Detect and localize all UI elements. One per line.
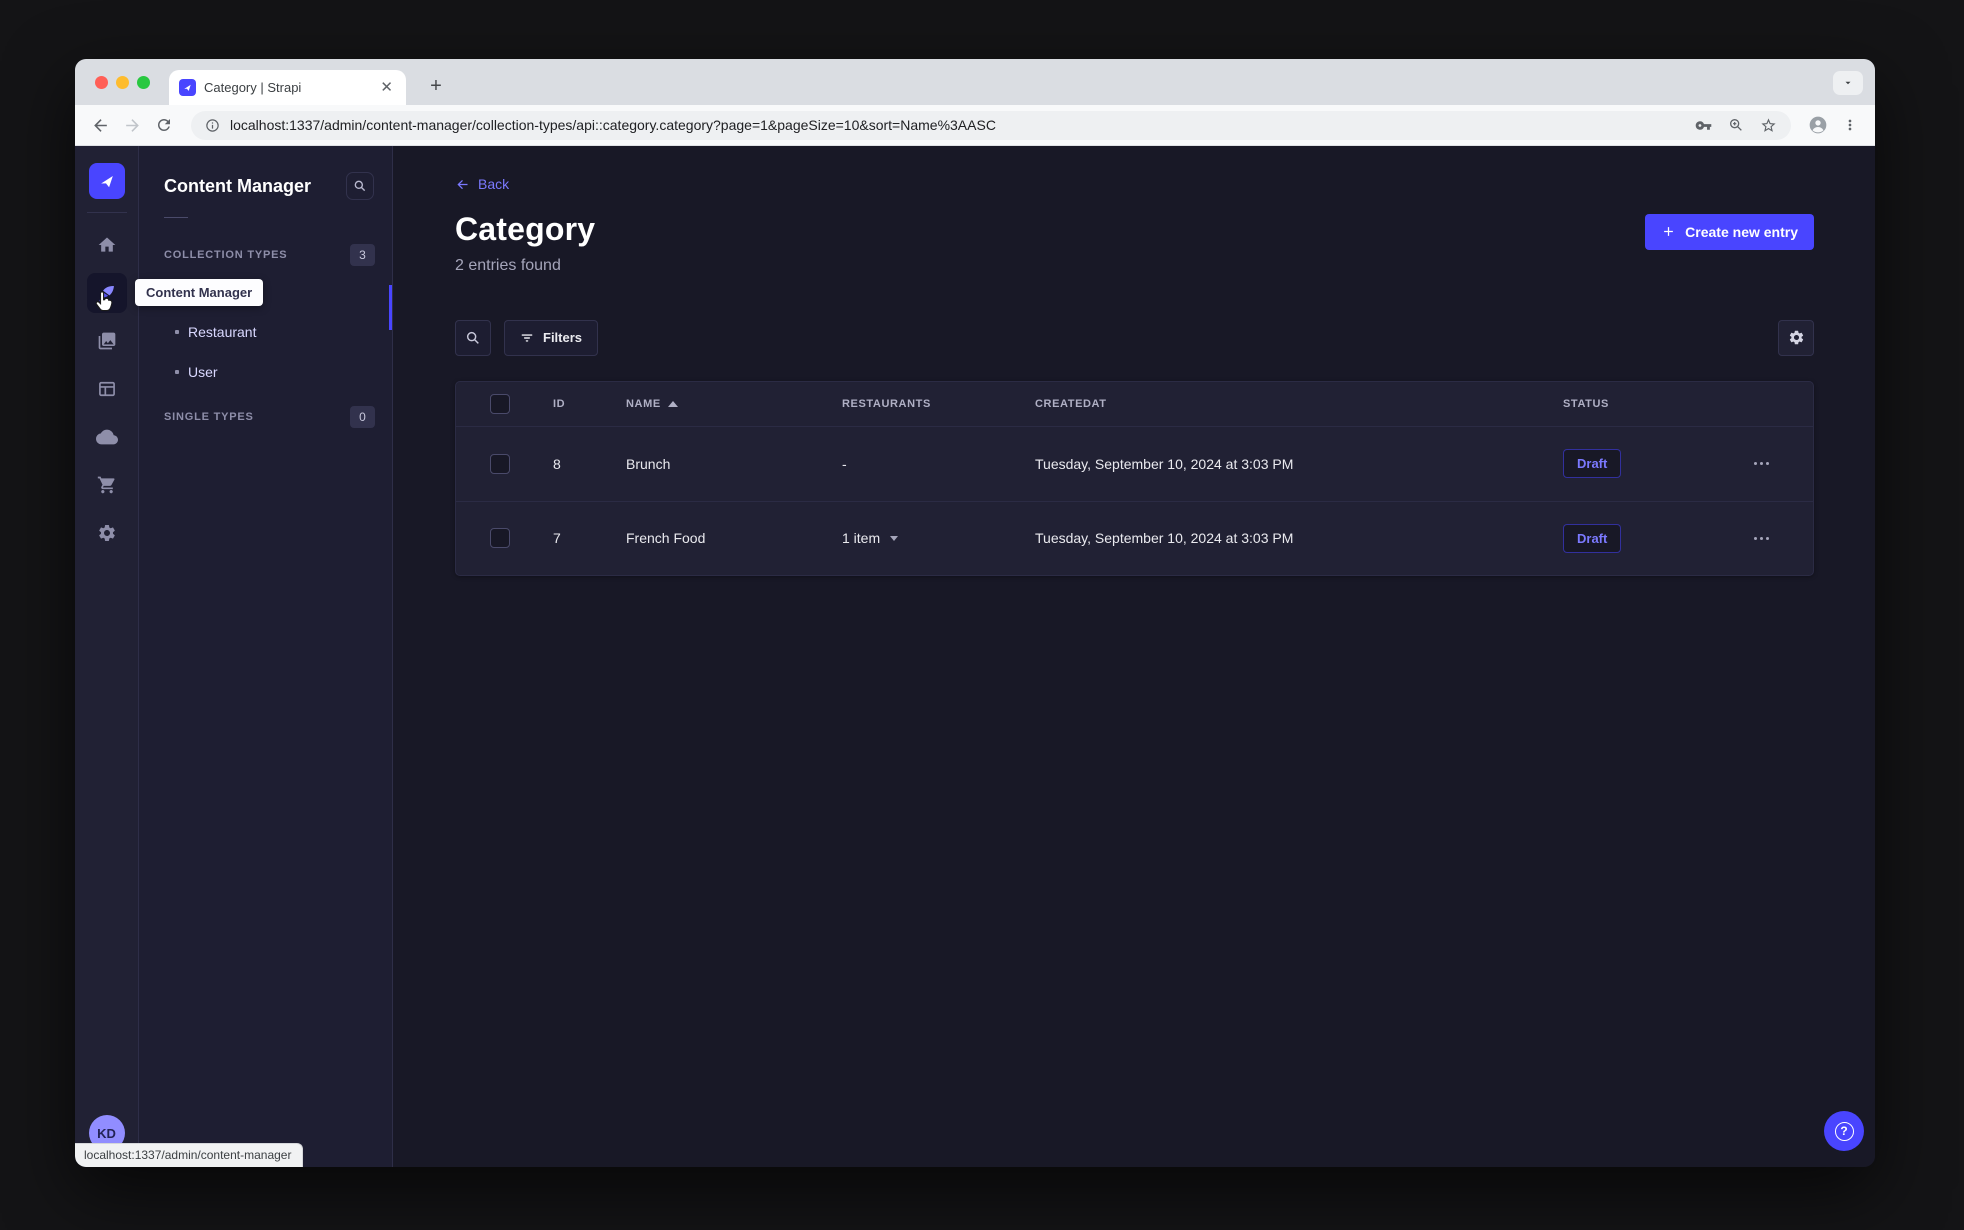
cell-name: French Food [626, 530, 706, 546]
page-info-icon[interactable] [205, 118, 220, 133]
table-row[interactable]: 8 Brunch - Tuesday, September 10, 2024 a… [456, 427, 1813, 501]
content-type-builder-icon[interactable] [87, 369, 127, 409]
back-button[interactable] [87, 112, 113, 138]
cell-restaurants: - [842, 455, 847, 472]
close-window-button[interactable] [95, 76, 108, 89]
password-manager-icon[interactable] [1695, 117, 1712, 134]
link-preview-status: localhost:1337/admin/content-manager [75, 1143, 304, 1167]
back-link[interactable]: Back [455, 176, 509, 192]
status-badge: Draft [1563, 449, 1622, 478]
strapi-favicon-icon [179, 79, 196, 96]
row-checkbox[interactable] [490, 528, 510, 548]
rail-divider [86, 212, 127, 213]
create-new-entry-button[interactable]: Create new entry [1645, 213, 1814, 250]
header-name[interactable]: NAME [626, 398, 842, 410]
page-title: Category [455, 210, 596, 247]
header-id[interactable]: ID [553, 398, 626, 410]
marketplace-cart-icon[interactable] [87, 465, 127, 505]
header-status[interactable]: STATUS [1563, 398, 1750, 410]
row-actions-menu-icon[interactable] [1750, 462, 1769, 465]
entries-count: 2 entries found [455, 256, 561, 274]
sort-ascending-icon [667, 400, 678, 407]
profile-icon[interactable] [1805, 112, 1831, 138]
tab-search-button[interactable] [1833, 71, 1863, 95]
single-types-section[interactable]: SINGLE TYPES 0 [139, 405, 392, 429]
bookmark-star-icon[interactable] [1760, 117, 1777, 134]
zoom-icon[interactable] [1728, 117, 1744, 133]
maximize-window-button[interactable] [137, 76, 150, 89]
cell-restaurants[interactable]: 1 item [842, 530, 1035, 546]
active-item-indicator [389, 285, 392, 330]
subnav-title: Content Manager [164, 175, 312, 196]
browser-window: Category | Strapi ✕ + localhost:1337/adm… [75, 59, 1875, 1167]
cell-id: 8 [553, 455, 561, 472]
strapi-logo [88, 163, 125, 199]
sidebar-item-user[interactable]: User [139, 352, 392, 392]
browser-tab[interactable]: Category | Strapi ✕ [169, 70, 406, 105]
filters-button[interactable]: Filters [504, 319, 599, 356]
strapi-app: KD Content Manager COLLECTION TYPES 3 Ca… [75, 146, 1875, 1167]
table-header-row: ID NAME RESTAURANTS CREATEDAT STATUS [456, 382, 1813, 427]
select-all-checkbox[interactable] [490, 393, 510, 414]
cell-id: 7 [553, 530, 561, 546]
row-checkbox[interactable] [490, 453, 510, 474]
cloud-icon[interactable] [87, 417, 127, 457]
cell-createdat: Tuesday, September 10, 2024 at 3:03 PM [1035, 455, 1294, 472]
mouse-cursor [91, 289, 117, 320]
cell-createdat: Tuesday, September 10, 2024 at 3:03 PM [1035, 530, 1294, 546]
row-actions-menu-icon[interactable] [1750, 536, 1769, 540]
tab-strip: Category | Strapi ✕ + [75, 59, 1875, 105]
browser-toolbar: localhost:1337/admin/content-manager/col… [75, 105, 1875, 146]
collection-types-count-badge: 3 [350, 244, 375, 266]
home-icon[interactable] [87, 225, 127, 265]
single-types-count-badge: 0 [350, 406, 375, 428]
content-manager-tooltip: Content Manager [135, 279, 264, 306]
cell-name: Brunch [626, 455, 671, 472]
media-library-icon[interactable] [87, 321, 127, 361]
new-tab-button[interactable]: + [422, 72, 450, 100]
filter-icon [521, 333, 533, 342]
header-restaurants[interactable]: RESTAURANTS [842, 398, 1035, 410]
chevron-down-icon [890, 535, 899, 541]
settings-gear-icon[interactable] [87, 513, 127, 553]
collection-types-section[interactable]: COLLECTION TYPES 3 [139, 243, 392, 267]
sidebar-item-restaurant[interactable]: Restaurant [139, 312, 392, 352]
tab-close-icon[interactable]: ✕ [377, 78, 396, 97]
minimize-window-button[interactable] [116, 76, 129, 89]
window-controls [95, 76, 150, 89]
forward-button[interactable] [119, 112, 145, 138]
url-text: localhost:1337/admin/content-manager/col… [230, 117, 996, 133]
bullet-icon [175, 370, 179, 374]
subnav-search-icon[interactable] [346, 172, 374, 200]
help-button[interactable]: ? [1824, 1111, 1864, 1151]
status-badge: Draft [1563, 523, 1622, 553]
address-bar[interactable]: localhost:1337/admin/content-manager/col… [191, 110, 1791, 140]
subnav-divider [164, 217, 188, 218]
question-mark-icon: ? [1834, 1121, 1854, 1141]
main-content: Back Category Create new entry 2 entries… [393, 146, 1875, 1167]
table-search-icon[interactable] [455, 319, 491, 356]
browser-menu-icon[interactable] [1837, 112, 1863, 138]
bullet-icon [175, 330, 179, 334]
view-settings-gear-icon[interactable] [1778, 319, 1814, 356]
reload-button[interactable] [151, 112, 177, 138]
plus-icon [1664, 227, 1674, 236]
table-row[interactable]: 7 French Food 1 item Tuesday, September … [456, 500, 1813, 575]
tab-title: Category | Strapi [204, 80, 302, 95]
header-createdat[interactable]: CREATEDAT [1035, 398, 1563, 410]
entries-table: ID NAME RESTAURANTS CREATEDAT STATUS 8 B… [455, 380, 1814, 576]
